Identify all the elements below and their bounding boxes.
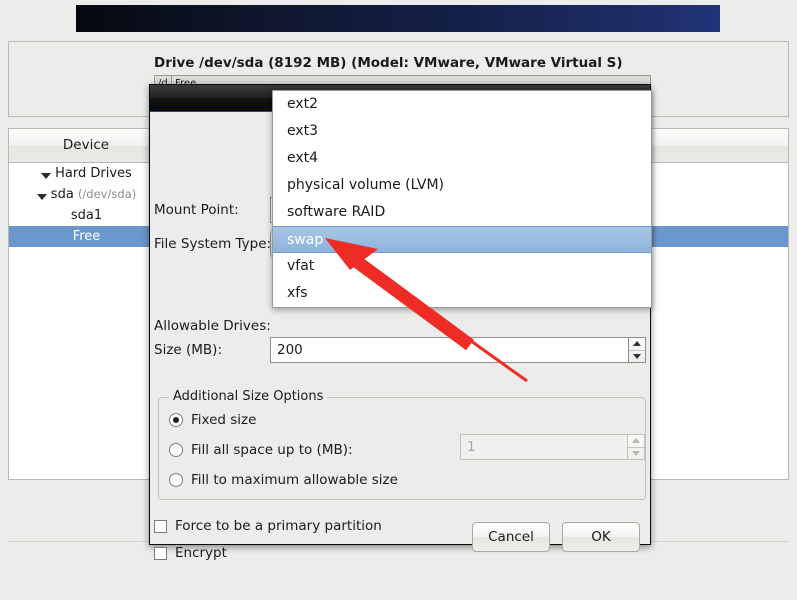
checkbox-encrypt[interactable]: Encrypt xyxy=(154,543,227,563)
spin-up-icon[interactable] xyxy=(629,338,645,351)
checkbox-off-icon xyxy=(154,546,167,560)
size-mb-spin-buttons[interactable] xyxy=(628,337,646,363)
file-system-type-dropdown[interactable]: ext2 ext3 ext4 physical volume (LVM) softwar… xyxy=(272,90,652,308)
device-label: Hard Drives xyxy=(55,166,132,181)
navigation-bar: Back Next xyxy=(0,552,797,592)
dropdown-option[interactable]: physical volume (LVM) xyxy=(273,172,651,199)
device-label: sda xyxy=(50,187,74,202)
checkbox-off-icon xyxy=(154,519,167,533)
size-mb-input[interactable]: 200 xyxy=(270,337,628,363)
radio-off-icon xyxy=(169,473,183,487)
cancel-button[interactable]: Cancel xyxy=(472,522,550,552)
radio-fill-maximum[interactable]: Fill to maximum allowable size xyxy=(169,470,398,490)
device-label: Free xyxy=(72,229,101,244)
radio-on-icon xyxy=(169,413,183,427)
radio-fixed-size-label: Fixed size xyxy=(191,412,257,428)
checkbox-force-primary[interactable]: Force to be a primary partition xyxy=(154,516,382,536)
fill-up-to-spin-buttons[interactable] xyxy=(627,434,645,460)
mount-point-label: Mount Point: xyxy=(154,202,239,218)
device-cell: sda (/dev/sda) xyxy=(9,184,164,205)
ok-button[interactable]: OK xyxy=(562,522,640,552)
checkbox-encrypt-label: Encrypt xyxy=(175,545,227,561)
allowable-drives-label: Allowable Drives: xyxy=(154,318,271,334)
radio-fill-maximum-label: Fill to maximum allowable size xyxy=(191,472,398,488)
size-mb-label: Size (MB): xyxy=(154,342,222,358)
radio-fill-all-space[interactable]: Fill all space up to (MB): xyxy=(169,440,353,460)
additional-size-options-legend: Additional Size Options xyxy=(169,389,328,404)
checkbox-force-primary-label: Force to be a primary partition xyxy=(175,518,382,534)
radio-fixed-size[interactable]: Fixed size xyxy=(169,410,256,430)
device-cell: Free xyxy=(9,226,164,247)
file-system-type-label: File System Type: xyxy=(154,236,272,252)
triangle-down-icon[interactable] xyxy=(41,173,52,179)
device-cell: Hard Drives xyxy=(9,163,164,184)
triangle-down-icon[interactable] xyxy=(36,194,47,200)
dropdown-option-selected[interactable]: swap xyxy=(273,226,651,253)
size-mb-spinner[interactable]: 200 xyxy=(270,337,646,363)
drive-title: Drive /dev/sda (8192 MB) (Model: VMware,… xyxy=(154,55,623,71)
dropdown-option[interactable]: ext4 xyxy=(273,145,651,172)
device-path: (/dev/sda) xyxy=(77,187,137,201)
header-banner xyxy=(76,5,720,32)
column-header-device[interactable]: Device xyxy=(9,129,164,162)
device-label: sda1 xyxy=(70,208,103,223)
dropdown-option[interactable]: software RAID xyxy=(273,199,651,226)
device-cell: sda1 xyxy=(9,205,164,226)
dropdown-option[interactable]: ext2 xyxy=(273,91,651,118)
dropdown-option[interactable]: xfs xyxy=(273,280,651,307)
installer-screen: Drive /dev/sda (8192 MB) (Model: VMware,… xyxy=(0,0,797,600)
file-system-type-option-list[interactable]: ext2 ext3 ext4 physical volume (LVM) softwar… xyxy=(273,91,651,307)
radio-fill-all-space-label: Fill all space up to (MB): xyxy=(191,442,353,458)
spin-down-icon[interactable] xyxy=(629,351,645,363)
spin-down-icon[interactable] xyxy=(628,448,644,460)
fill-up-to-spinner[interactable]: 1 xyxy=(460,434,645,460)
radio-off-icon xyxy=(169,443,183,457)
dropdown-option[interactable]: vfat xyxy=(273,253,651,280)
spin-up-icon[interactable] xyxy=(628,435,644,448)
fill-up-to-input[interactable]: 1 xyxy=(460,434,627,460)
dropdown-option[interactable]: ext3 xyxy=(273,118,651,145)
